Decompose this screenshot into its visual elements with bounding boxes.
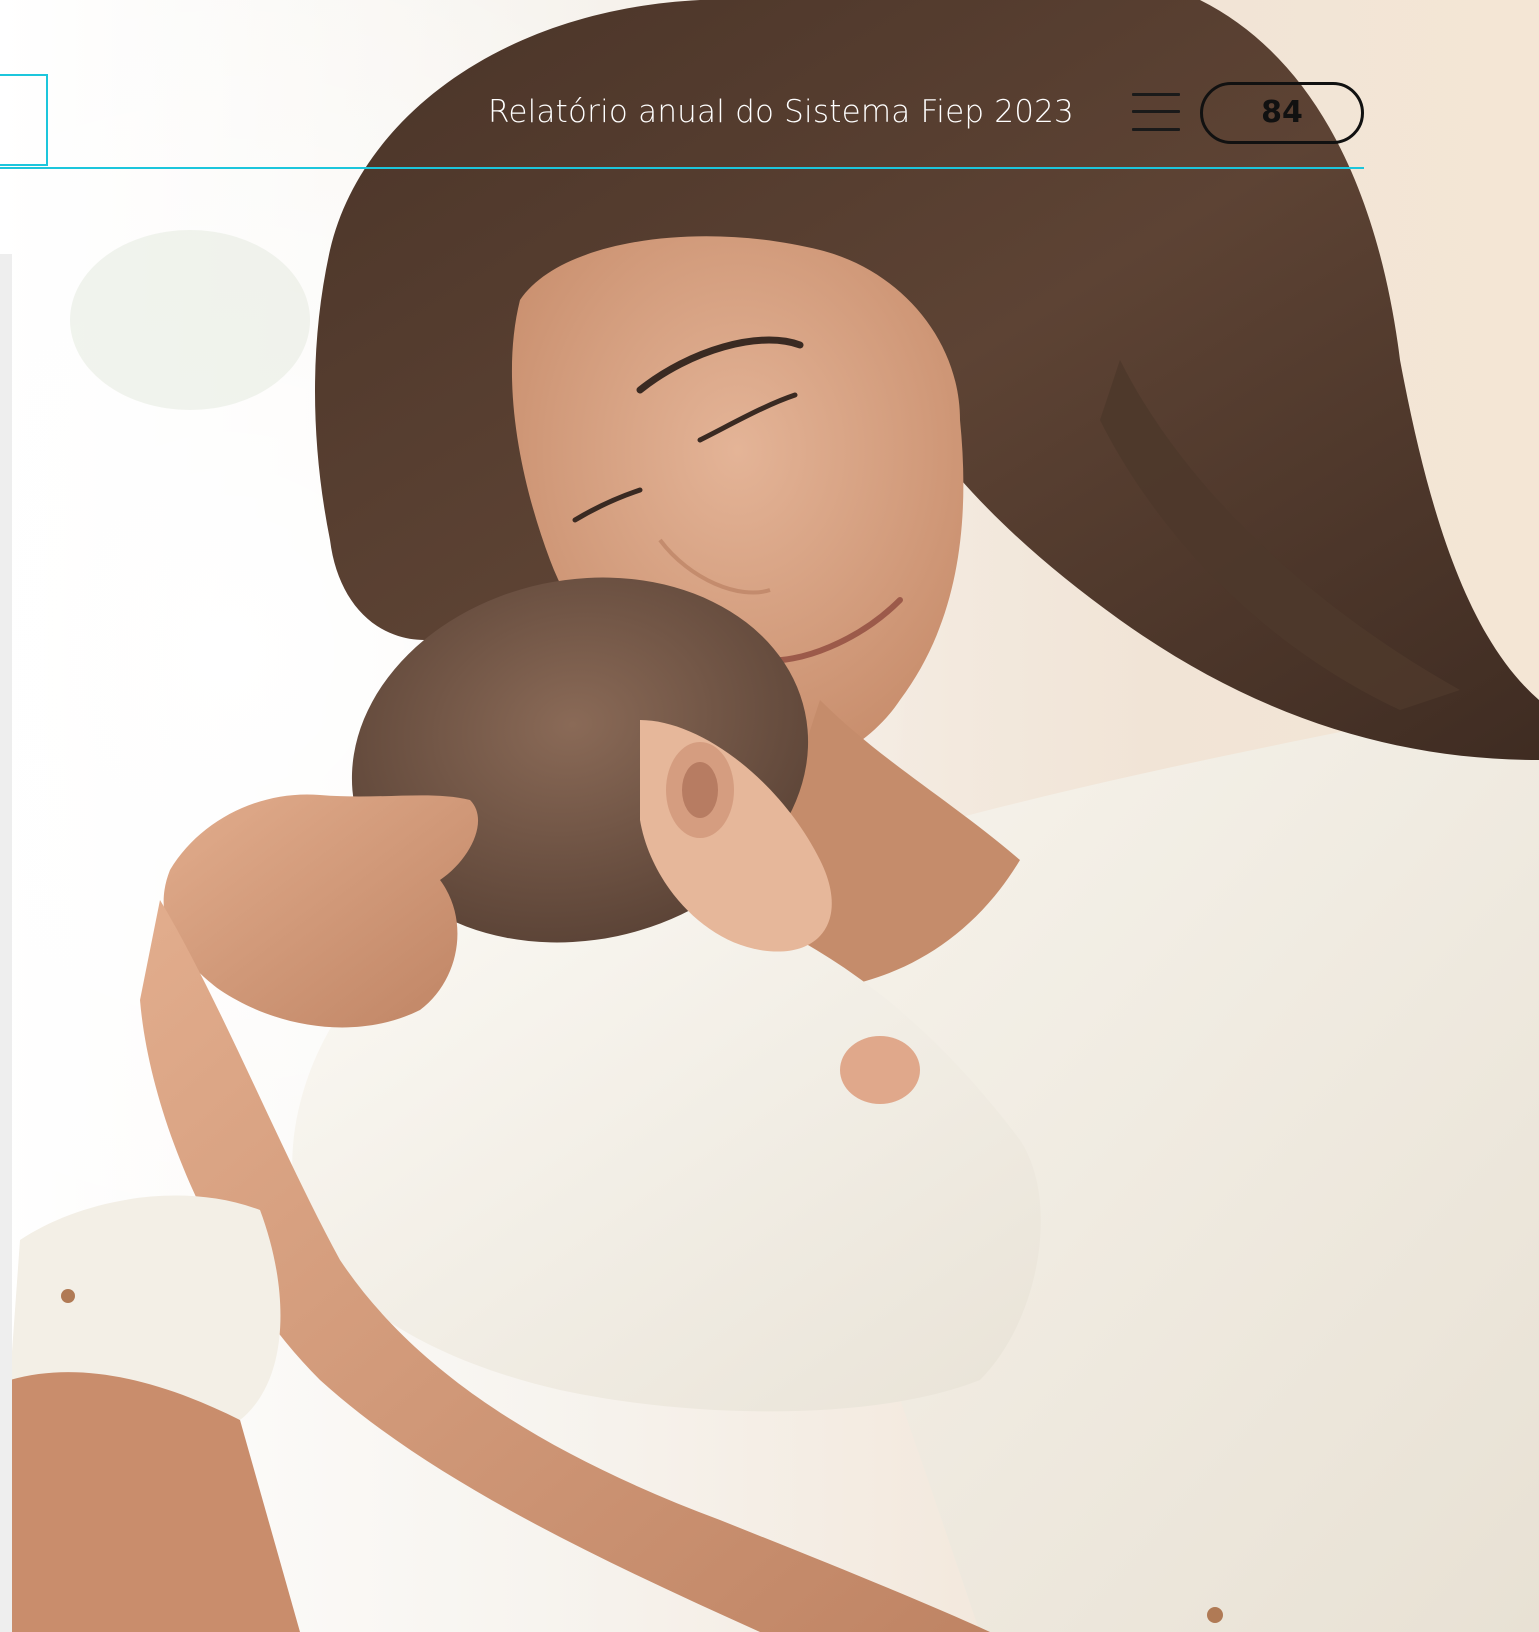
hamburger-menu-icon[interactable] — [1128, 88, 1182, 136]
left-gray-panel — [0, 254, 12, 1632]
header-left-frame — [0, 74, 48, 166]
page-number-badge[interactable]: 84 — [1200, 82, 1364, 144]
menu-bar — [1132, 110, 1180, 113]
menu-bar — [1132, 93, 1180, 96]
menu-bar — [1132, 128, 1180, 131]
mother-and-baby-photo — [0, 0, 1539, 1632]
report-page: Relatório anual do Sistema Fiep 2023 84 — [0, 0, 1539, 1632]
header-divider-line — [0, 167, 1364, 169]
report-title: Relatório anual do Sistema Fiep 2023 — [488, 94, 1074, 130]
